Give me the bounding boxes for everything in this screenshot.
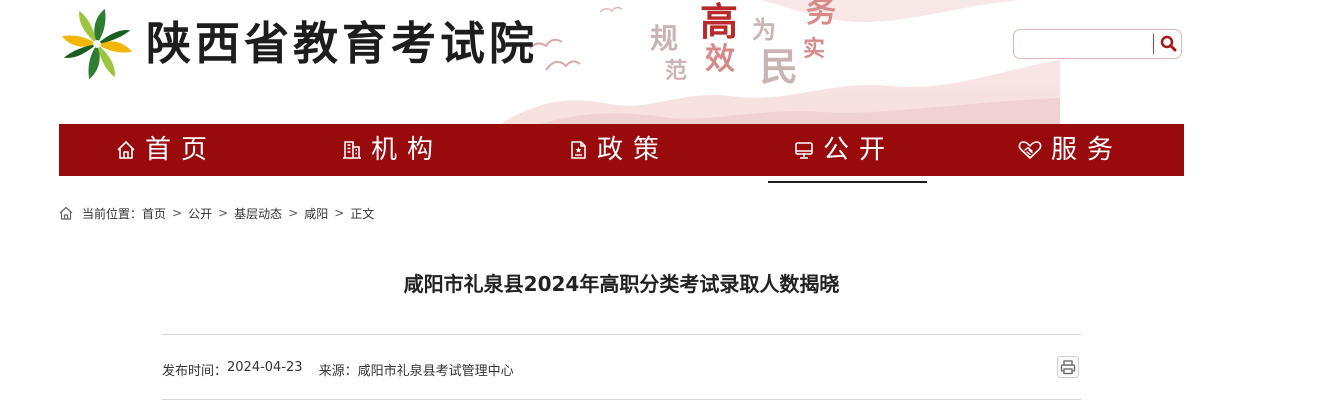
breadcrumb-link-home[interactable]: 首页 — [142, 205, 166, 222]
breadcrumb-separator: > — [218, 206, 229, 220]
slogan-char: 规 — [650, 22, 679, 55]
nav-label: 机构 — [371, 135, 444, 165]
home-icon — [59, 206, 73, 220]
monitor-icon — [795, 142, 813, 159]
breadcrumb-separator: > — [334, 206, 345, 220]
article-meta: 发布时间： 2024-04-23 来源： 咸阳市礼泉县考试管理中心 — [162, 360, 514, 379]
nav-item-policy[interactable]: 政策 — [567, 124, 669, 176]
nav-label: 服务 — [1051, 135, 1124, 165]
nav-item-service[interactable]: 服务 — [1017, 124, 1123, 176]
document-icon — [571, 141, 586, 159]
nav-item-home[interactable]: 首页 — [115, 124, 217, 176]
breadcrumb-separator: > — [172, 206, 183, 220]
slogan-char: 实 — [803, 36, 826, 62]
breadcrumb-link-local-news[interactable]: 基层动态 — [234, 205, 282, 222]
nav-item-organization[interactable]: 机构 — [341, 124, 443, 176]
breadcrumb-current: 正文 — [350, 206, 375, 221]
nav-label: 公开 — [823, 135, 896, 165]
building-icon — [343, 141, 361, 159]
site-header: 陕西省教育考试院 规 范 高 效 为 民 务 实 — [0, 0, 1324, 124]
slogan-char: 高 — [700, 0, 739, 44]
slogan-char: 范 — [665, 58, 688, 84]
divider — [162, 334, 1081, 335]
handshake-heart-icon — [1018, 141, 1042, 159]
site-name: 陕西省教育考试院 — [146, 17, 539, 70]
breadcrumb-separator: > — [288, 206, 299, 220]
source-value: 咸阳市礼泉县考试管理中心 — [357, 364, 514, 379]
breadcrumb: 当前位置： 首页 > 公开 > 基层动态 > 咸阳 > 正文 — [58, 204, 374, 222]
slogan-char: 为 — [752, 15, 776, 44]
nav-active-indicator — [768, 181, 927, 183]
source-label: 来源： — [318, 364, 358, 379]
publish-label: 发布时间： — [162, 364, 228, 379]
slogan-char: 务 — [806, 0, 836, 30]
site-logo — [61, 8, 133, 80]
nav-label: 政策 — [597, 135, 670, 165]
printer-icon — [1060, 360, 1076, 375]
breadcrumb-link-public[interactable]: 公开 — [188, 205, 212, 222]
publish-date: 2024-04-23 — [227, 360, 303, 375]
search-divider — [1153, 34, 1154, 54]
meta-gap — [303, 360, 319, 379]
search-button[interactable] — [1156, 30, 1182, 58]
home-icon — [117, 141, 135, 159]
search-icon — [1160, 35, 1177, 52]
slogan-char: 效 — [705, 42, 735, 77]
print-button[interactable] — [1057, 356, 1079, 378]
article-title: 咸阳市礼泉县2024年高职分类考试录取人数揭晓 — [403, 272, 840, 296]
nav-label: 首页 — [145, 135, 218, 165]
divider — [162, 399, 1081, 400]
nav-item-public[interactable]: 公开 — [793, 124, 895, 176]
breadcrumb-link-xianyang[interactable]: 咸阳 — [304, 205, 328, 222]
search-input[interactable] — [1020, 34, 1160, 54]
breadcrumb-prefix: 当前位置： — [82, 206, 143, 221]
main-nav: 首页 机构 政策 公开 服务 — [59, 124, 1184, 176]
slogan-char: 民 — [760, 44, 799, 89]
